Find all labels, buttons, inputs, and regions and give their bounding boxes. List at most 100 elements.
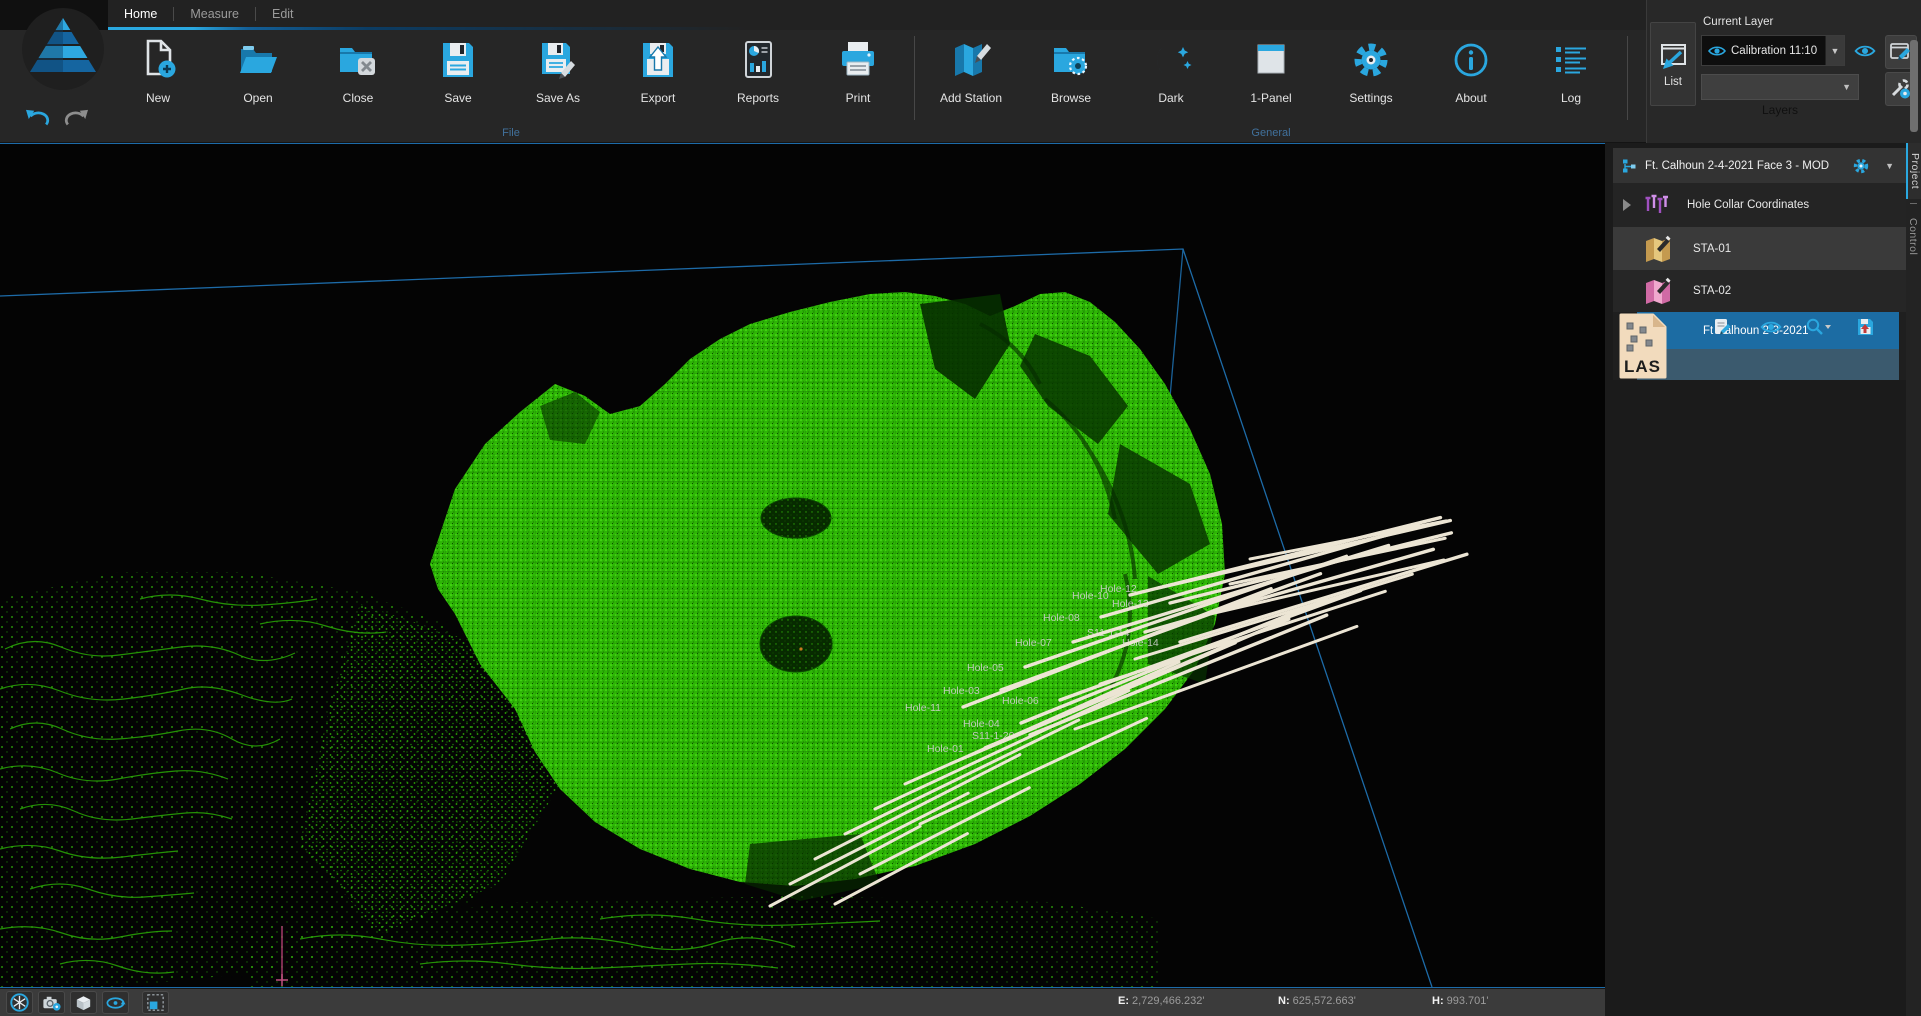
list-button[interactable]: List: [1650, 22, 1696, 106]
redo-button[interactable]: [62, 108, 92, 130]
log-button[interactable]: Log: [1521, 34, 1621, 105]
3d-view-button[interactable]: [70, 991, 97, 1014]
visibility-eye-icon[interactable]: [1760, 320, 1782, 334]
tab-strip-background: [108, 0, 1646, 30]
tree-item-sta-02[interactable]: STA-02: [1613, 270, 1906, 312]
about-button[interactable]: About: [1421, 34, 1521, 105]
new-button[interactable]: New: [108, 34, 208, 105]
reports-label: Reports: [737, 91, 779, 105]
tree-item-sta-01[interactable]: STA-01: [1613, 227, 1906, 270]
expand-arrow-icon[interactable]: [1623, 199, 1631, 211]
tab-measure[interactable]: Measure: [174, 0, 255, 28]
tab-bar: Home Measure Edit: [108, 0, 310, 28]
layer-panel: List Current Layer Calibration 11:10 ▼ ▼…: [1646, 0, 1921, 143]
export-button[interactable]: Export: [608, 34, 708, 105]
current-layer-dropdown-arrow[interactable]: ▼: [1825, 36, 1844, 65]
eye-icon: [1854, 44, 1876, 58]
las-file-icon: LAS: [1615, 313, 1669, 379]
save-as-button[interactable]: Save As: [508, 34, 608, 105]
settings-button[interactable]: Settings: [1321, 34, 1421, 105]
edit-notes-icon[interactable]: [1713, 317, 1733, 337]
tree-item-las-file[interactable]: Ft Calhoun 2-3-2021 LAS: [1613, 312, 1906, 380]
save-as-label: Save As: [536, 91, 580, 105]
point-cloud-scene: Hole-12Hole-10Hole-13Hole-08S11-1-14Hole…: [0, 144, 1605, 987]
undo-button[interactable]: [22, 108, 52, 130]
close-button[interactable]: Close: [308, 34, 408, 105]
edge-tab-strip: Project Control: [1906, 143, 1921, 1016]
group-label-general: General: [1226, 127, 1316, 139]
layers-dropdown[interactable]: ▼: [1701, 74, 1859, 100]
list-window-arrow-icon: [1656, 41, 1690, 71]
cube-icon: [73, 992, 94, 1013]
layers-label: Layers: [1701, 103, 1859, 117]
undo-redo-group: [22, 108, 92, 130]
snapshot-button[interactable]: [38, 991, 65, 1014]
add-station-button[interactable]: Add Station: [921, 34, 1021, 105]
reports-document-icon: [734, 36, 782, 84]
northing-readout: N:625,572.663': [1278, 995, 1356, 1007]
save-floppy-icon: [434, 36, 482, 84]
viewport-3d[interactable]: Hole-12Hole-10Hole-13Hole-08S11-1-14Hole…: [0, 143, 1605, 988]
tab-edit[interactable]: Edit: [256, 0, 310, 28]
tree-item-label: STA-02: [1693, 285, 1731, 297]
terrain-hole-lower: [760, 616, 832, 672]
tree-header-title: Ft. Calhoun 2-4-2021 Face 3 - MOD: [1645, 160, 1829, 172]
side-tab-project[interactable]: Project: [1906, 143, 1921, 199]
print-label: Print: [846, 91, 871, 105]
orbit-icon: [105, 992, 126, 1013]
export-las-icon[interactable]: [1855, 317, 1875, 337]
tree-settings-gear-icon[interactable]: [1852, 157, 1870, 175]
info-icon: [1447, 36, 1495, 84]
height-label: H:: [1432, 995, 1444, 1007]
add-station-map-icon: [947, 36, 995, 84]
zoom-to-icon[interactable]: [1805, 317, 1833, 337]
log-list-icon: [1547, 36, 1595, 84]
selection-icon: [145, 992, 166, 1013]
current-layer-value: Calibration 11:10: [1731, 45, 1825, 57]
northing-label: N:: [1278, 995, 1290, 1007]
one-panel-label: 1-Panel: [1250, 91, 1291, 105]
selection-mode-button[interactable]: [142, 991, 169, 1014]
side-tab-control[interactable]: Control: [1906, 208, 1920, 265]
reports-button[interactable]: Reports: [708, 34, 808, 105]
orbit-button[interactable]: [102, 991, 129, 1014]
terrain-hole-upper: [761, 498, 831, 538]
tab-home[interactable]: Home: [108, 0, 173, 28]
project-sidebar: Ft. Calhoun 2-4-2021 Face 3 - MOD ▼ Hole…: [1605, 143, 1906, 1016]
browse-button[interactable]: Browse: [1021, 34, 1121, 105]
open-button[interactable]: Open: [208, 34, 308, 105]
ribbon-group-separator: [914, 36, 915, 120]
compass-star-icon: [9, 992, 30, 1013]
print-icon: [834, 36, 882, 84]
current-layer-dropdown[interactable]: Calibration 11:10 ▼: [1701, 35, 1845, 66]
moon-icon: [1147, 36, 1195, 84]
zoom-extents-button[interactable]: [6, 991, 33, 1014]
las-file-action-strip: [1637, 349, 1899, 380]
tree-header[interactable]: Ft. Calhoun 2-4-2021 Face 3 - MOD ▼: [1613, 148, 1906, 183]
station-map-icon-pink: [1643, 276, 1673, 306]
tree-header-dropdown-arrow[interactable]: ▼: [1885, 161, 1894, 171]
status-toolbar: [6, 991, 169, 1014]
dark-mode-button[interactable]: Dark: [1121, 34, 1221, 105]
gear-icon: [1347, 36, 1395, 84]
easting-readout: E:2,729,466.232': [1118, 995, 1204, 1007]
layer-visibility-button[interactable]: [1850, 40, 1880, 62]
active-tab-underline: [108, 27, 748, 30]
save-as-floppy-pencil-icon: [534, 36, 582, 84]
ribbon-toolbar: New Open Close Save Save As Export Repor…: [108, 34, 1634, 120]
northing-value: 625,572.663': [1293, 995, 1356, 1007]
hole-label: Hole-08: [1043, 612, 1080, 624]
survey-point-marker: [799, 647, 802, 650]
browse-folder-gear-icon: [1047, 36, 1095, 84]
print-button[interactable]: Print: [808, 34, 908, 105]
app-logo[interactable]: [20, 6, 106, 92]
one-panel-button[interactable]: 1-Panel: [1221, 34, 1321, 105]
tree-item-hole-collar[interactable]: Hole Collar Coordinates: [1613, 183, 1906, 227]
log-label: Log: [1561, 91, 1581, 105]
export-label: Export: [641, 91, 676, 105]
open-folder-icon: [234, 36, 282, 84]
panel-scrollbar[interactable]: [1910, 40, 1918, 132]
save-button[interactable]: Save: [408, 34, 508, 105]
new-label: New: [146, 91, 170, 105]
save-label: Save: [444, 91, 471, 105]
